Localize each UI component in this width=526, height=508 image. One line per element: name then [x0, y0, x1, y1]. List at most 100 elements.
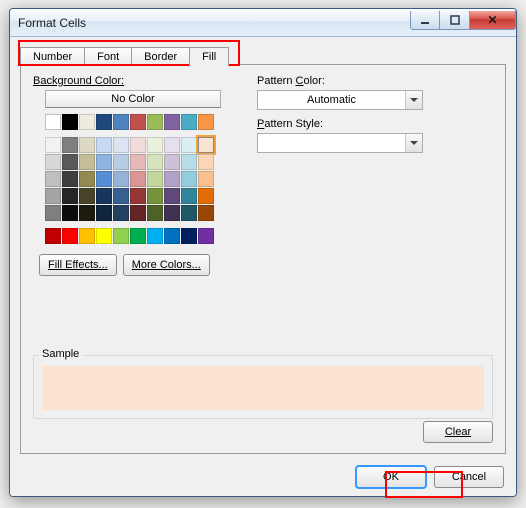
color-swatch[interactable]: [113, 114, 129, 130]
color-swatch[interactable]: [45, 114, 61, 130]
color-swatch[interactable]: [113, 137, 129, 153]
color-swatch[interactable]: [96, 188, 112, 204]
color-swatch[interactable]: [164, 188, 180, 204]
color-swatch[interactable]: [62, 171, 78, 187]
color-swatch[interactable]: [130, 114, 146, 130]
color-swatch[interactable]: [113, 228, 129, 244]
color-swatch[interactable]: [164, 137, 180, 153]
close-icon: ✕: [487, 13, 497, 27]
color-swatch[interactable]: [45, 171, 61, 187]
color-swatch[interactable]: [181, 114, 197, 130]
color-swatch[interactable]: [79, 137, 95, 153]
dialog-title: Format Cells: [18, 16, 86, 30]
color-swatch[interactable]: [147, 171, 163, 187]
color-swatch[interactable]: [45, 228, 61, 244]
cancel-button[interactable]: Cancel: [434, 466, 504, 488]
tab-panel-fill: Background Color: No Color Fill Effects.…: [20, 64, 506, 454]
sample-group: Sample: [33, 355, 493, 419]
dropdown-arrow-icon: [405, 91, 422, 109]
clear-button[interactable]: Clear: [423, 421, 493, 443]
color-swatch[interactable]: [96, 137, 112, 153]
color-swatch[interactable]: [45, 137, 61, 153]
color-swatch[interactable]: [79, 228, 95, 244]
pattern-color-dropdown[interactable]: Automatic: [257, 90, 423, 110]
color-swatch[interactable]: [147, 205, 163, 221]
color-swatch[interactable]: [181, 154, 197, 170]
color-swatch[interactable]: [79, 171, 95, 187]
color-swatch[interactable]: [147, 228, 163, 244]
sample-label: Sample: [38, 348, 83, 360]
color-palette: [45, 114, 221, 244]
color-swatch[interactable]: [113, 171, 129, 187]
color-swatch[interactable]: [45, 188, 61, 204]
color-swatch[interactable]: [198, 154, 214, 170]
color-swatch[interactable]: [164, 228, 180, 244]
color-swatch[interactable]: [164, 154, 180, 170]
color-swatch[interactable]: [164, 114, 180, 130]
tab-fill[interactable]: Fill: [189, 47, 229, 67]
color-swatch[interactable]: [96, 171, 112, 187]
ok-button[interactable]: OK: [356, 466, 426, 488]
color-swatch[interactable]: [79, 154, 95, 170]
color-swatch[interactable]: [62, 228, 78, 244]
color-swatch[interactable]: [130, 154, 146, 170]
color-swatch[interactable]: [130, 205, 146, 221]
color-swatch[interactable]: [79, 188, 95, 204]
color-swatch[interactable]: [147, 114, 163, 130]
window-minimize-button[interactable]: [410, 11, 440, 30]
color-swatch[interactable]: [147, 188, 163, 204]
color-swatch[interactable]: [198, 171, 214, 187]
no-color-button[interactable]: No Color: [45, 90, 221, 108]
background-color-label: Background Color:: [33, 75, 221, 87]
pattern-color-value: Automatic: [258, 91, 405, 109]
color-swatch[interactable]: [96, 205, 112, 221]
color-swatch[interactable]: [198, 228, 214, 244]
more-colors-button[interactable]: More Colors...: [123, 254, 210, 276]
pattern-style-dropdown[interactable]: [257, 133, 423, 153]
color-swatch[interactable]: [62, 188, 78, 204]
color-swatch[interactable]: [181, 228, 197, 244]
color-swatch[interactable]: [130, 188, 146, 204]
titlebar[interactable]: Format Cells ✕: [10, 9, 516, 37]
color-swatch[interactable]: [113, 154, 129, 170]
format-cells-dialog: Format Cells ✕ Number Font Border Fill B…: [9, 8, 517, 497]
color-swatch[interactable]: [113, 205, 129, 221]
color-swatch[interactable]: [198, 114, 214, 130]
color-swatch[interactable]: [198, 137, 214, 153]
pattern-style-value: [258, 134, 405, 152]
color-swatch[interactable]: [198, 205, 214, 221]
sample-preview: [42, 366, 484, 410]
color-swatch[interactable]: [62, 154, 78, 170]
color-swatch[interactable]: [62, 137, 78, 153]
color-swatch[interactable]: [96, 114, 112, 130]
minimize-icon: [420, 15, 430, 25]
window-maximize-button[interactable]: [440, 11, 470, 30]
dropdown-arrow-icon: [405, 134, 422, 152]
pattern-color-label: Pattern Color:: [257, 75, 423, 87]
color-swatch[interactable]: [96, 154, 112, 170]
color-swatch[interactable]: [130, 171, 146, 187]
color-swatch[interactable]: [198, 188, 214, 204]
color-swatch[interactable]: [181, 137, 197, 153]
color-swatch[interactable]: [164, 205, 180, 221]
color-swatch[interactable]: [79, 114, 95, 130]
pattern-style-label: Pattern Style:: [257, 118, 423, 130]
color-swatch[interactable]: [45, 154, 61, 170]
color-swatch[interactable]: [164, 171, 180, 187]
window-close-button[interactable]: ✕: [470, 11, 516, 30]
color-swatch[interactable]: [181, 188, 197, 204]
color-swatch[interactable]: [130, 228, 146, 244]
color-swatch[interactable]: [96, 228, 112, 244]
color-swatch[interactable]: [79, 205, 95, 221]
color-swatch[interactable]: [147, 154, 163, 170]
maximize-icon: [450, 15, 460, 25]
color-swatch[interactable]: [130, 137, 146, 153]
color-swatch[interactable]: [113, 188, 129, 204]
color-swatch[interactable]: [62, 205, 78, 221]
color-swatch[interactable]: [147, 137, 163, 153]
color-swatch[interactable]: [181, 205, 197, 221]
fill-effects-button[interactable]: Fill Effects...: [39, 254, 117, 276]
color-swatch[interactable]: [45, 205, 61, 221]
color-swatch[interactable]: [181, 171, 197, 187]
color-swatch[interactable]: [62, 114, 78, 130]
